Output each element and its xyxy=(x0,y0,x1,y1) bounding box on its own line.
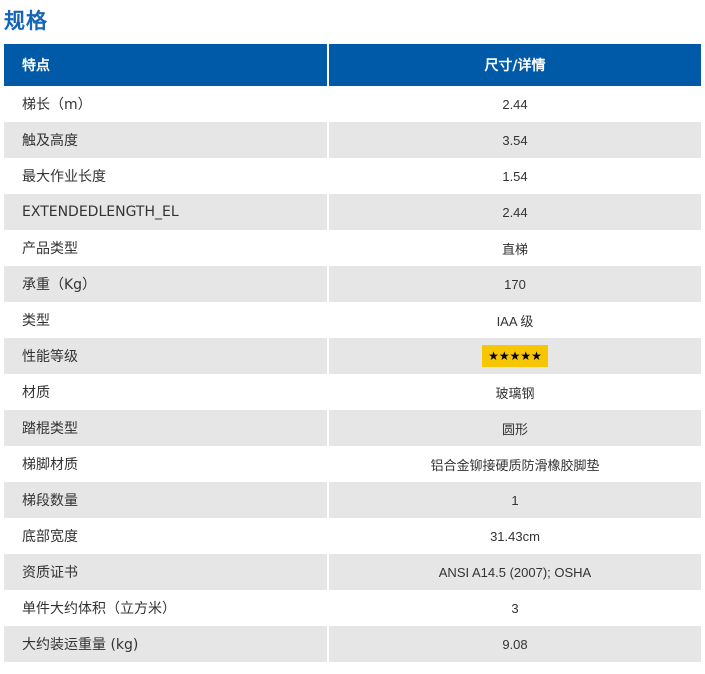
row-detail: 2.44 xyxy=(328,86,701,122)
star-rating-badge: ★★★★★ xyxy=(482,345,548,367)
row-feature: 类型 xyxy=(4,302,329,338)
row-feature: 性能等级 xyxy=(4,338,329,374)
row-detail: 2.44 xyxy=(328,194,701,230)
row-feature: 梯长（m） xyxy=(4,86,329,122)
table-header-row: 特点 尺寸/详情 xyxy=(4,44,701,86)
row-feature: 梯脚材质 xyxy=(4,446,329,482)
table-row: 资质证书 ANSI A14.5 (2007); OSHA xyxy=(4,554,701,590)
table-row: 单件大约体积（立方米） 3 xyxy=(4,590,701,626)
table-row: 承重（Kg） 170 xyxy=(4,266,701,302)
table-row: 大约装运重量 (kg) 9.08 xyxy=(4,626,701,662)
row-feature: 底部宽度 xyxy=(4,518,329,554)
row-detail: IAA 级 xyxy=(328,302,701,338)
table-row: 产品类型 直梯 xyxy=(4,230,701,266)
row-detail: 9.08 xyxy=(328,626,701,662)
row-feature: 材质 xyxy=(4,374,329,410)
row-detail: 170 xyxy=(328,266,701,302)
table-row: EXTENDEDLENGTH_EL 2.44 xyxy=(4,194,701,230)
header-detail: 尺寸/详情 xyxy=(328,44,701,86)
row-detail: 直梯 xyxy=(328,230,701,266)
header-feature: 特点 xyxy=(4,44,329,86)
row-detail: ★★★★★ xyxy=(328,338,701,374)
table-row: 类型 IAA 级 xyxy=(4,302,701,338)
row-feature: 资质证书 xyxy=(4,554,329,590)
page-title: 规格 xyxy=(4,9,48,33)
row-detail: 1 xyxy=(328,482,701,518)
table-row: 底部宽度 31.43cm xyxy=(4,518,701,554)
row-feature: 触及高度 xyxy=(4,122,329,158)
row-detail: 31.43cm xyxy=(328,518,701,554)
table-row: 最大作业长度 1.54 xyxy=(4,158,701,194)
row-feature: 踏棍类型 xyxy=(4,410,329,446)
table-row: 性能等级 ★★★★★ xyxy=(4,338,701,374)
row-feature: EXTENDEDLENGTH_EL xyxy=(4,194,329,230)
row-detail: 圆形 xyxy=(328,410,701,446)
row-feature: 大约装运重量 (kg) xyxy=(4,626,329,662)
row-feature: 产品类型 xyxy=(4,230,329,266)
row-feature: 最大作业长度 xyxy=(4,158,329,194)
table-row: 梯长（m） 2.44 xyxy=(4,86,701,122)
row-feature: 单件大约体积（立方米） xyxy=(4,590,329,626)
table-row: 踏棍类型 圆形 xyxy=(4,410,701,446)
table-row: 触及高度 3.54 xyxy=(4,122,701,158)
row-feature: 承重（Kg） xyxy=(4,266,329,302)
table-row: 梯脚材质 铝合金铆接硬质防滑橡胶脚垫 xyxy=(4,446,701,482)
row-feature: 梯段数量 xyxy=(4,482,329,518)
spec-table: 特点 尺寸/详情 梯长（m） 2.44 触及高度 3.54 最大作业长度 1.5… xyxy=(4,44,701,662)
table-row: 材质 玻璃钢 xyxy=(4,374,701,410)
row-detail: ANSI A14.5 (2007); OSHA xyxy=(328,554,701,590)
row-detail: 3.54 xyxy=(328,122,701,158)
table-row: 梯段数量 1 xyxy=(4,482,701,518)
row-detail: 3 xyxy=(328,590,701,626)
row-detail: 玻璃钢 xyxy=(328,374,701,410)
row-detail: 铝合金铆接硬质防滑橡胶脚垫 xyxy=(328,446,701,482)
row-detail: 1.54 xyxy=(328,158,701,194)
